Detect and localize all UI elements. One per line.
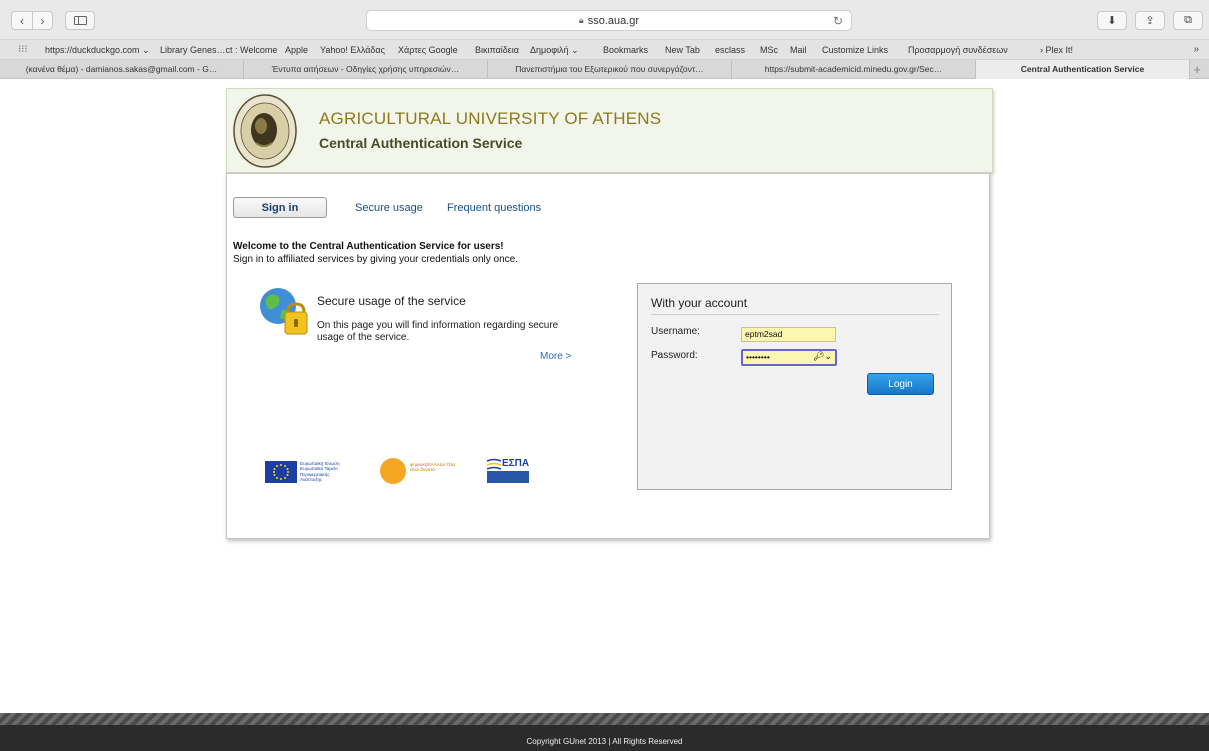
espa-logo-band	[487, 471, 529, 483]
bookmark-item[interactable]: MSc	[760, 45, 778, 55]
bookmark-item[interactable]: Bookmarks	[603, 45, 648, 55]
tab-bar: (κανένα θέμα) - damianos.sakas@gmail.com…	[0, 60, 1209, 79]
bookmark-item[interactable]: New Tab	[665, 45, 700, 55]
digital-greece-logo-icon	[380, 458, 406, 484]
main-panel: Sign in Secure usage Frequent questions …	[226, 173, 990, 539]
university-name: AGRICULTURAL UNIVERSITY OF ATHENS	[319, 109, 662, 128]
bookmark-item[interactable]: https://duckduckgo.com ⌄	[45, 45, 150, 56]
university-seal-icon	[233, 94, 297, 168]
bookmark-item[interactable]: Mail	[790, 45, 807, 55]
bookmarks-bar: ⁝⁝⁝ https://duckduckgo.com ⌄ Library Gen…	[0, 40, 1209, 60]
bookmarks-overflow-icon[interactable]: »	[1193, 44, 1199, 55]
username-input[interactable]: eptm2sad	[741, 327, 836, 342]
page-header: AGRICULTURAL UNIVERSITY OF ATHENS Centra…	[226, 88, 993, 173]
password-value: ••••••••	[746, 352, 770, 362]
lock-icon: 🔒︎	[578, 15, 584, 25]
welcome-heading: Welcome to the Central Authentication Se…	[233, 241, 504, 252]
login-button[interactable]: Login	[867, 373, 934, 395]
new-tab-icon[interactable]: +	[1193, 62, 1201, 77]
welcome-text: Sign in to affiliated services by giving…	[233, 254, 518, 265]
service-name: Central Authentication Service	[319, 135, 523, 151]
browser-tab[interactable]: https://submit-academicid.minedu.gov.gr/…	[732, 60, 976, 79]
password-input[interactable]: •••••••• 🔑︎⌄	[741, 349, 837, 366]
tab-sign-in[interactable]: Sign in	[233, 197, 327, 218]
history-buttons: ‹ ›	[11, 11, 53, 30]
footer-stripe	[0, 713, 1209, 725]
bookmark-item[interactable]: Προσαρμογή συνδέσεων	[908, 45, 1008, 55]
password-label: Password:	[651, 350, 698, 361]
footer: Copyright GUnet 2013 | All Rights Reserv…	[0, 725, 1209, 751]
eu-logo-text: Ευρωπαϊκή Ένωση Ευρωπαϊκό Ταμείο Περιφερ…	[300, 461, 340, 483]
login-title: With your account	[651, 296, 748, 310]
browser-tab-active[interactable]: Central Authentication Service	[976, 60, 1190, 79]
tab-overview-button[interactable]: ⧉	[1173, 11, 1203, 30]
bookmark-item[interactable]: Apple	[285, 45, 308, 55]
keychain-key-icon[interactable]: 🔑︎⌄	[813, 350, 832, 363]
browser-tab[interactable]: Πανεπιστήμια του Εξωτερικού που συνεργάζ…	[488, 60, 732, 79]
address-bar[interactable]: 🔒︎ sso.aua.gr ↻	[366, 10, 852, 31]
eu-flag-icon	[265, 461, 297, 483]
back-button[interactable]: ‹	[11, 11, 32, 30]
bookmark-item[interactable]: Βικιπαίδεια	[475, 45, 519, 55]
sidebar-toggle-button[interactable]	[65, 11, 95, 30]
tab-secure-usage[interactable]: Secure usage	[355, 202, 423, 214]
espa-logo-icon	[487, 458, 501, 470]
bookmark-item[interactable]: Library Genes…ct : Welcome	[160, 45, 277, 55]
browser-toolbar: ‹ › 🔒︎ sso.aua.gr ↻ ⬇ ⇪ ⧉	[0, 0, 1209, 40]
grid-icon[interactable]: ⁝⁝⁝	[18, 44, 28, 55]
forward-button[interactable]: ›	[32, 11, 53, 30]
browser-tab[interactable]: Έντυπα αιτήσεων - Οδηγίες χρήσης υπηρεσι…	[244, 60, 488, 79]
browser-tab[interactable]: (κανένα θέμα) - damianos.sakas@gmail.com…	[0, 60, 244, 79]
espa-logo-text: ΕΣΠΑ	[502, 458, 530, 469]
divider	[651, 314, 939, 315]
login-form: With your account Username: eptm2sad Pas…	[637, 283, 952, 490]
url-text: sso.aua.gr	[587, 14, 640, 27]
copyright-text: Copyright GUnet 2013 | All Rights Reserv…	[526, 737, 683, 746]
secure-globe-icon	[260, 288, 308, 335]
bookmark-item[interactable]: esclass	[715, 45, 745, 55]
share-icon: ⇪	[1145, 15, 1155, 27]
secure-usage-title: Secure usage of the service	[317, 294, 466, 308]
download-icon: ⬇	[1107, 15, 1117, 27]
tabs-icon: ⧉	[1184, 14, 1192, 26]
downloads-button[interactable]: ⬇	[1097, 11, 1127, 30]
bookmark-item[interactable]: Χάρτες Google	[398, 45, 458, 55]
bookmark-item[interactable]: › Plex It!	[1040, 45, 1073, 55]
sidebar-icon	[73, 16, 87, 25]
digital-greece-logo-text: ψηφιακήΕΛΛΑΔΑ Όλα είναι δυνατά	[410, 462, 456, 473]
tab-frequent-questions[interactable]: Frequent questions	[447, 202, 541, 214]
share-button[interactable]: ⇪	[1135, 11, 1165, 30]
bookmark-item[interactable]: Yahoo! Ελλάδας	[320, 45, 385, 55]
bookmark-item[interactable]: Δημοφιλή ⌄	[530, 45, 579, 56]
reload-icon[interactable]: ↻	[833, 14, 843, 28]
secure-usage-description: On this page you will find information r…	[317, 320, 559, 343]
more-link[interactable]: More >	[540, 351, 571, 362]
username-label: Username:	[651, 326, 700, 337]
bookmark-item[interactable]: Customize Links	[822, 45, 888, 55]
